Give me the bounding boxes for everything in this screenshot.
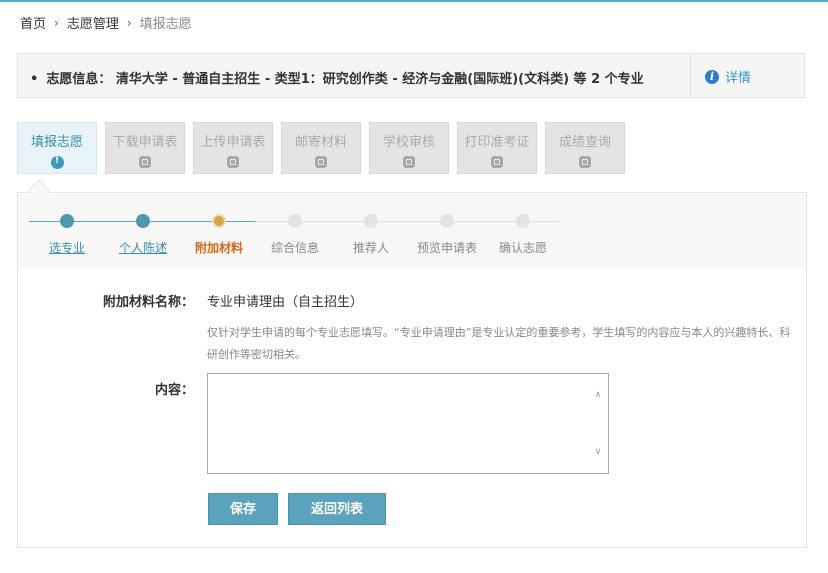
- scroll-up-icon[interactable]: ∧: [593, 390, 603, 400]
- step-dot-recommender: [364, 214, 378, 228]
- tab-mail-materials[interactable]: 邮寄材料: [281, 122, 361, 174]
- step-progress: 选专业 个人陈述 附加材料 综合信息 推荐人 预览申请表 确认志愿: [19, 194, 805, 268]
- step-dot-general-info: [288, 214, 302, 228]
- tab-label: 学校审核: [382, 135, 435, 150]
- tab-score-query[interactable]: 成绩查询: [545, 122, 625, 174]
- info-icon: i: [705, 69, 719, 84]
- breadcrumb-volunteer-management[interactable]: 志愿管理: [67, 13, 119, 32]
- tab-upload-form[interactable]: 上传申请表: [193, 122, 273, 174]
- lock-icon: [227, 156, 239, 168]
- content-textarea[interactable]: [208, 374, 608, 473]
- lock-icon: [579, 156, 591, 168]
- tab-fill-volunteer[interactable]: 填报志愿: [17, 122, 97, 174]
- info-divider: [690, 54, 691, 97]
- tab-label: 下载申请表: [112, 135, 178, 150]
- back-to-list-button[interactable]: 返回列表: [288, 493, 386, 525]
- step-dot-personal-statement[interactable]: [136, 214, 150, 228]
- step-dot-select-major[interactable]: [60, 214, 74, 228]
- breadcrumb: 首页 › 志愿管理 › 填报志愿: [20, 13, 192, 33]
- breadcrumb-current: 填报志愿: [139, 17, 192, 32]
- step-dot-additional-materials: [212, 214, 226, 228]
- step-recommender: 推荐人: [352, 241, 390, 255]
- tab-label: 上传申请表: [200, 135, 266, 150]
- material-name-label: 附加材料名称：: [102, 295, 194, 310]
- bullet-icon: •: [30, 72, 39, 87]
- step-additional-materials: 附加材料: [194, 241, 244, 255]
- chevron-right-icon: ›: [126, 15, 132, 30]
- breadcrumb-home[interactable]: 首页: [20, 13, 46, 32]
- material-name-value: 专业申请理由（自主招生）: [207, 295, 364, 310]
- tab-school-review[interactable]: 学校审核: [369, 122, 449, 174]
- lock-icon: [491, 156, 503, 168]
- chevron-right-icon: ›: [54, 15, 59, 30]
- main-panel: 选专业 个人陈述 附加材料 综合信息 推荐人 预览申请表 确认志愿: [17, 192, 807, 548]
- tab-print-admission[interactable]: 打印准考证: [457, 122, 537, 174]
- step-personal-statement[interactable]: 个人陈述: [119, 239, 167, 256]
- tab-label: 打印准考证: [464, 135, 530, 150]
- step-dot-confirm: [516, 214, 530, 228]
- volunteer-info-value: 清华大学 - 普通自主招生 - 类型1：研究创作类 - 经济与金融(国际班)(文…: [115, 72, 644, 87]
- material-hint: 仅针对学生申请的每个专业志愿填写。“专业申请理由”是专业认定的重要参考，学生填写…: [207, 326, 791, 361]
- step-general-info: 综合信息: [270, 241, 320, 255]
- lock-icon: [315, 156, 327, 168]
- volunteer-info-box: • 志愿信息： 清华大学 - 普通自主招生 - 类型1：研究创作类 - 经济与金融…: [17, 53, 805, 98]
- scroll-down-icon[interactable]: ∨: [593, 447, 603, 457]
- lock-icon: [403, 156, 415, 168]
- tab-download-form[interactable]: 下载申请表: [105, 122, 185, 174]
- step-dot-preview-form: [440, 214, 454, 228]
- alert-icon: [50, 155, 64, 169]
- save-button[interactable]: 保存: [208, 493, 278, 525]
- detail-link-label: 详情: [725, 71, 752, 86]
- detail-link[interactable]: i 详情: [705, 67, 751, 86]
- tab-label: 成绩查询: [558, 135, 611, 150]
- step-preview-form: 预览申请表: [416, 241, 478, 255]
- content-textarea-wrapper: ∧ ∨: [207, 373, 609, 474]
- step-confirm: 确认志愿: [498, 241, 548, 255]
- tab-label: 邮寄材料: [294, 135, 347, 150]
- step-select-major[interactable]: 选专业: [49, 239, 85, 256]
- top-accent-line: [0, 0, 828, 2]
- volunteer-info-label: 志愿信息：: [46, 72, 112, 87]
- tab-label: 填报志愿: [30, 135, 83, 150]
- content-label: 内容：: [154, 383, 194, 398]
- lock-icon: [139, 156, 151, 168]
- step-line: [29, 221, 215, 222]
- volunteer-info-text: • 志愿信息： 清华大学 - 普通自主招生 - 类型1：研究创作类 - 经济与金融…: [30, 68, 644, 87]
